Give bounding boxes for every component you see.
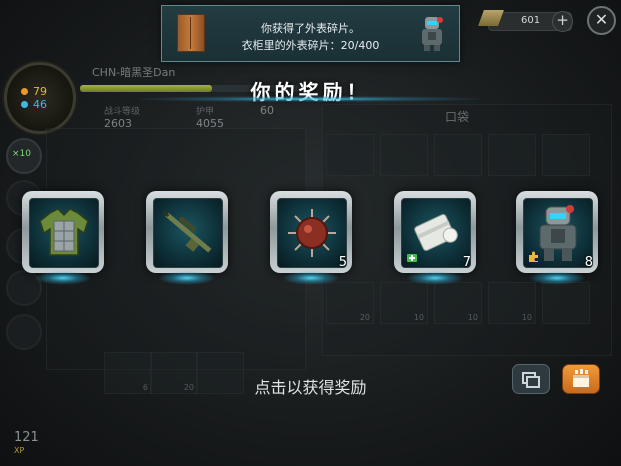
reward-card-costume[interactable]: 8 [516,191,598,285]
reward-card-armor[interactable] [22,191,104,285]
reward-count: 5 [338,255,347,270]
card-glow [158,271,216,285]
inventory-slot[interactable] [380,134,428,176]
robot-costume-icon [422,17,443,51]
title-glow [140,96,480,102]
stat-armor: 护甲 4055 [196,107,224,130]
inventory-slot[interactable]: 20 [326,282,374,324]
inventory-slot[interactable] [542,134,590,176]
notification-line-1: 你获得了外表碎片。 [261,22,360,35]
inventory-slot[interactable]: 10 [434,282,482,324]
reward-count: 7 [462,255,471,270]
stat-combat: 战斗等级 2603 [104,107,141,130]
player-level-sub: XP [14,446,25,455]
close-button[interactable]: ✕ [587,6,616,35]
gold-bar-icon [478,10,504,26]
inventory-slot[interactable]: 10 [488,282,536,324]
spiked-mine-icon [288,209,336,257]
gold-currency: 601 + [478,10,573,32]
boost-label: ×10 [12,149,31,159]
card-glow [282,271,340,285]
card-glow [34,271,92,285]
microscope-menu-button[interactable] [6,314,42,350]
sort-button[interactable] [512,364,550,394]
card-glow [406,271,464,285]
notification-line-2: 衣柜里的外表碎片：20/400 [241,39,380,52]
inventory-slot[interactable] [434,134,482,176]
inventory-slot[interactable] [326,134,374,176]
reward-card-mine[interactable]: 5 [270,191,352,285]
inventory-title: 口袋 [445,110,470,124]
sniper-rifle-icon [162,210,212,253]
crate-icon [573,369,589,387]
reward-card-bandage[interactable]: 7 [394,191,476,285]
card-glow [528,271,586,285]
player-level: 121 [14,430,39,445]
gold-amount: 601 [521,15,541,26]
inventory-slot[interactable] [542,282,590,324]
armor-jacket-icon [39,208,89,256]
inventory-slot[interactable]: 10 [380,282,428,324]
craft-button[interactable] [562,364,600,394]
add-currency-button[interactable]: + [552,11,573,32]
medkit-badge-icon [407,254,417,262]
reward-card-rifle[interactable] [146,191,228,285]
fragment-notification: 你获得了外表碎片。 衣柜里的外表碎片：20/400 [161,5,460,62]
reward-count: 8 [584,255,593,270]
puzzle-piece-icon [529,251,538,262]
stat-extra: 60 [260,104,274,117]
stack-icon [522,372,540,388]
boost-button[interactable]: ×10 [6,138,42,174]
inventory-slot[interactable] [488,134,536,176]
